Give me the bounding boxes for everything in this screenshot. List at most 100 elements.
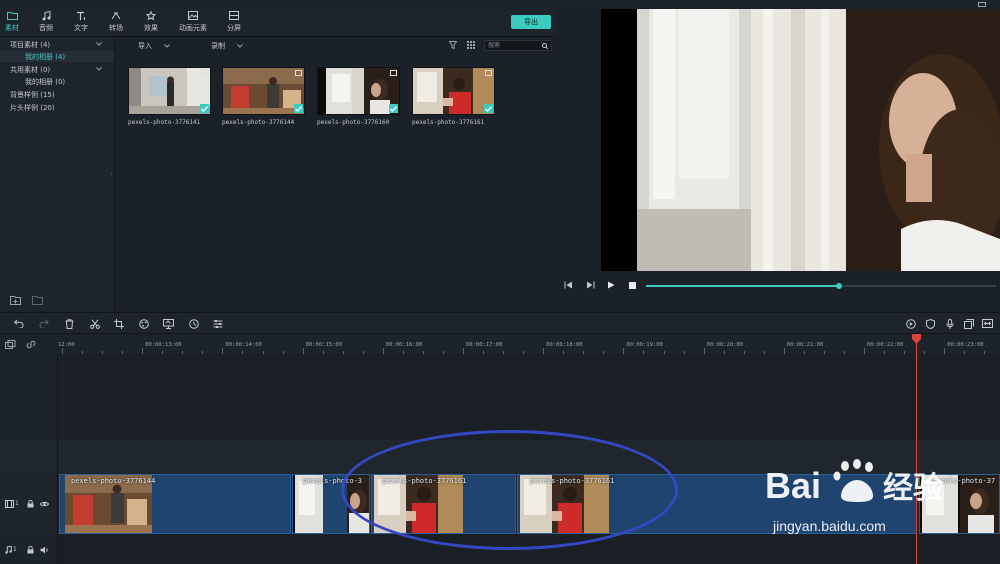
tab-split-screen[interactable]: 分屏 [225,6,243,37]
media-name: pexels-photo-3776161 [412,119,485,126]
empty-track[interactable] [58,354,1000,440]
play-button[interactable] [606,280,616,290]
preview-frame-image [601,9,1000,271]
ruler-tick-label: 12:00 [58,342,75,348]
tab-audio[interactable]: 音频 [37,6,55,37]
annotation-ellipse [341,430,678,550]
stop-icon [628,281,636,289]
redo-button[interactable] [38,318,49,329]
undo-button[interactable] [13,318,24,329]
tab-transition[interactable]: 转场 [107,6,125,37]
timeline-clip[interactable]: pexels-photo-3776144 [59,474,291,534]
fit-icon [982,319,993,328]
chevron-down-icon[interactable] [96,67,102,71]
video-track-header: 1 [0,474,57,534]
crop-button[interactable] [113,318,124,329]
stop-button[interactable] [627,280,637,290]
media-name: pexels-photo-3776144 [222,119,295,126]
effects-icon [145,10,157,21]
sidebar-item-my-album-shared[interactable]: 我的相册 (0) [25,77,65,87]
collapse-arrow-icon[interactable]: ‹ [110,171,112,178]
media-thumbnail[interactable] [317,67,400,115]
sidebar-footer [0,293,115,311]
voiceover-button[interactable] [944,318,955,329]
ruler-tick-label: 00:00:19:00 [626,342,663,348]
import-dropdown[interactable]: 导入 [138,41,170,51]
ruler-left-controls [0,334,58,354]
ruler-tick-label: 00:00:17:00 [466,342,503,348]
search-input[interactable] [488,41,540,50]
filter-icon[interactable] [449,41,457,49]
delete-button[interactable] [64,318,75,329]
tab-effects[interactable]: 效果 [142,6,160,37]
sidebar-item-intro-samples[interactable]: 片头样例 (20) [10,103,55,113]
tab-media[interactable]: 素材 [3,6,21,37]
video-track-number: 1 [15,500,19,507]
tab-text[interactable]: 文字 [72,6,90,37]
preview-panel [557,2,1000,311]
scissors-icon [89,318,100,329]
crop-icon [113,318,124,329]
media-type-icon [485,70,492,76]
redo-icon [39,319,49,328]
sidebar-item-shared-media[interactable]: 共用素材 (0) [10,65,50,75]
color-palette-icon [138,318,149,329]
export-button[interactable]: 导出 [511,15,551,29]
previous-frame-button[interactable] [563,280,573,290]
eye-icon[interactable] [40,501,49,507]
tab-label: 效果 [144,24,158,32]
chevron-down-icon[interactable] [96,42,102,46]
progress-handle[interactable] [835,283,842,289]
media-type-icon [390,70,397,76]
new-folder-icon[interactable] [10,295,21,305]
search-icon[interactable] [542,43,548,49]
remove-folder-icon[interactable] [32,295,43,305]
media-preview-image [223,68,304,114]
fullscreen-icon[interactable] [978,2,986,8]
grid-view-icon[interactable] [467,41,475,49]
color-button[interactable] [138,318,149,329]
speed-button[interactable] [188,318,199,329]
lock-icon[interactable] [27,500,34,508]
next-frame-button[interactable] [585,280,595,290]
playback-progress-bar[interactable] [646,283,996,289]
speaker-icon[interactable] [40,546,49,554]
tab-animation-elements[interactable]: 动画元素 [178,6,208,37]
chevron-down-icon [237,44,243,48]
timeline-ruler[interactable]: 12:00 00:00:13:00 00:00:14:00 00:00:15:00 00… [58,334,1000,354]
checkmark-icon [389,104,398,113]
audio-mixer-button[interactable] [963,318,974,329]
cut-button[interactable] [89,318,100,329]
checkmark-icon [484,104,493,113]
media-type-icon [201,70,208,76]
lock-icon[interactable] [27,546,34,554]
chevron-down-icon [164,44,170,48]
sidebar-item-my-album[interactable]: 我的相册 (4) [25,52,65,62]
layers-icon [963,318,974,329]
playhead-handle[interactable] [912,334,921,344]
media-library: 导入 录制 pexels-photo-3776141 [116,37,556,311]
folder-icon [6,10,18,21]
render-play-icon [905,318,916,329]
record-dropdown[interactable]: 录制 [211,41,243,51]
media-thumbnail[interactable] [128,67,211,115]
media-preview-image [413,68,494,114]
sidebar-item-background-samples[interactable]: 背景样例 (15) [10,90,55,100]
split-screen-icon [228,10,240,21]
sidebar-item-project-media[interactable]: 项目素材 (4) [10,40,50,50]
add-track-icon[interactable] [5,340,16,349]
media-thumbnail[interactable] [222,67,305,115]
tab-label: 转场 [109,24,123,32]
marker-button[interactable] [925,318,936,329]
adjust-button[interactable] [212,318,223,329]
video-player[interactable] [601,9,1000,271]
music-icon [40,10,52,21]
ruler-tick-label: 00:00:15:00 [305,342,343,348]
green-screen-button[interactable] [163,318,174,329]
music-icon [5,546,12,554]
render-button[interactable] [905,318,916,329]
library-toolbar: 素材 音频 文字 转场 效果 动画元素 分屏 导出 [0,6,556,37]
zoom-fit-button[interactable] [982,318,993,329]
media-thumbnail[interactable] [412,67,495,115]
link-icon[interactable] [26,340,36,349]
